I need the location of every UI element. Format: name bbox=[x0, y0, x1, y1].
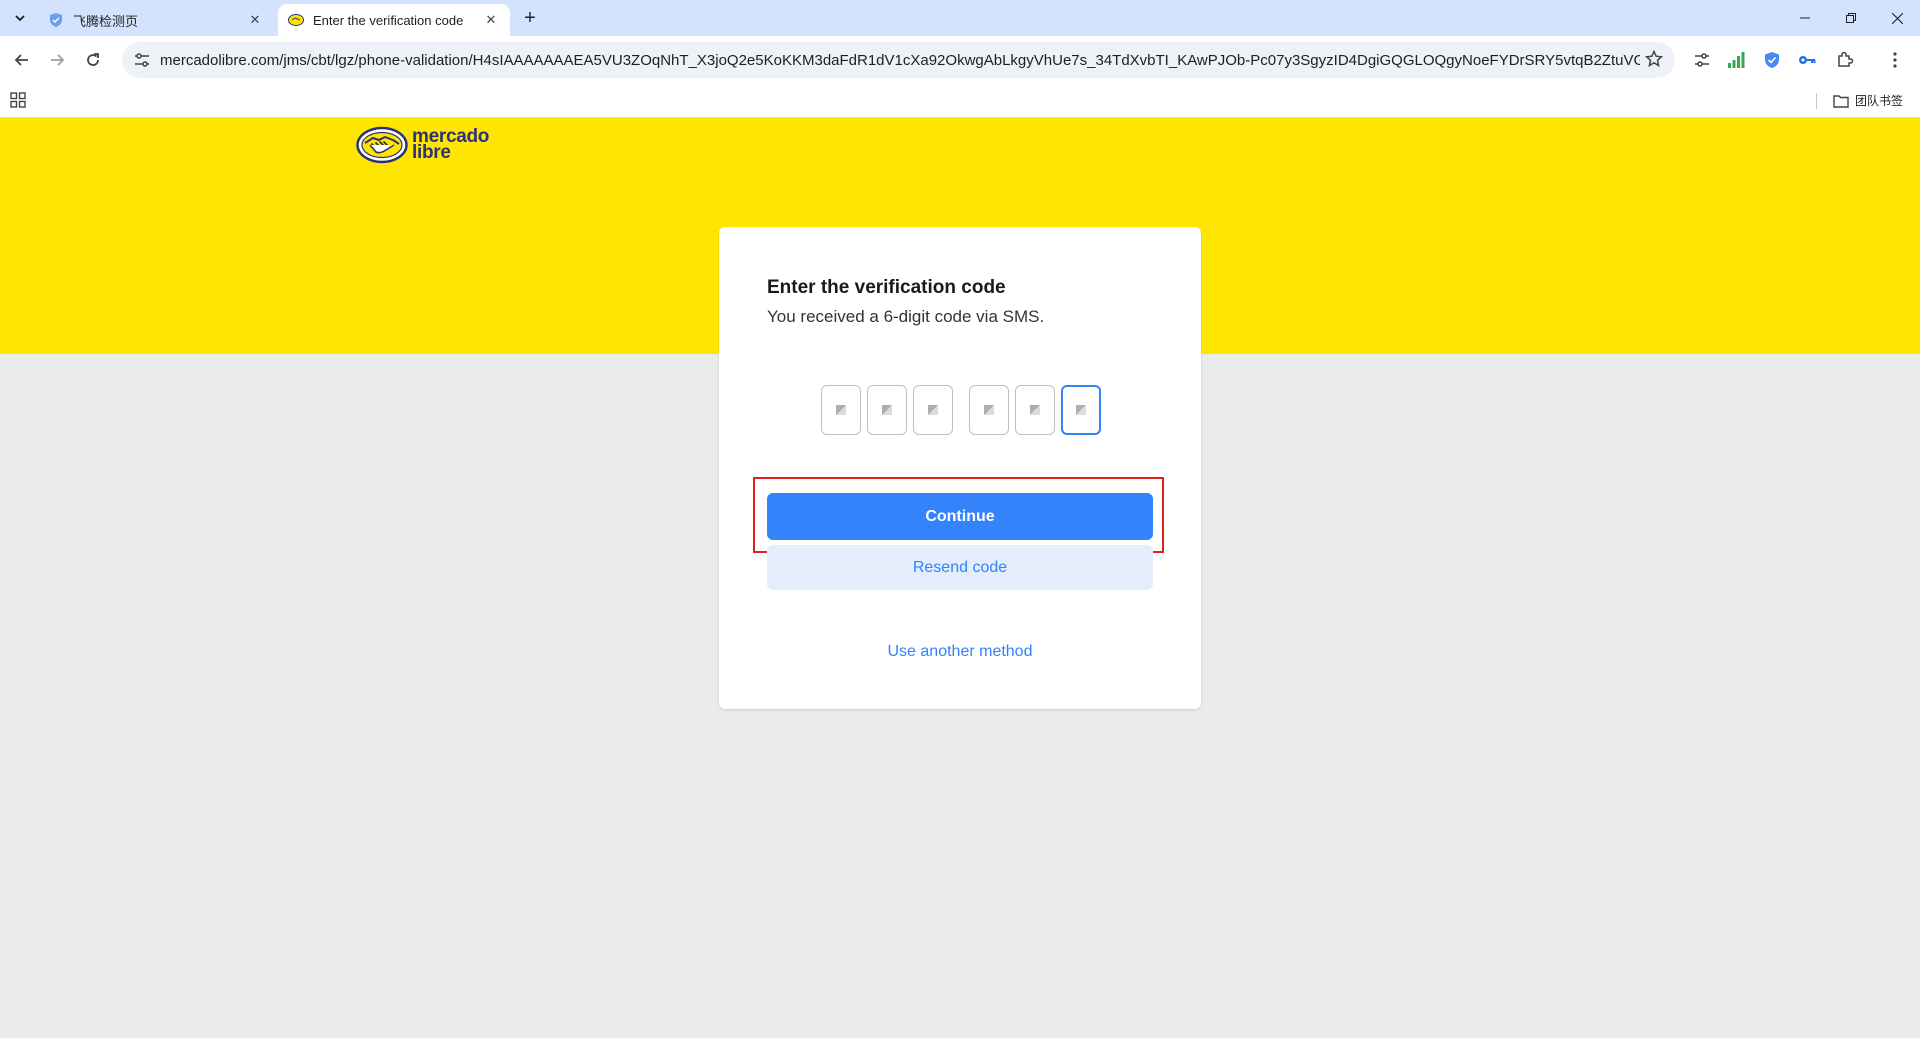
logo-wordmark: mercado libre bbox=[412, 127, 489, 163]
code-input-group bbox=[821, 385, 1103, 435]
minimize-button[interactable] bbox=[1782, 0, 1828, 36]
bookmark-folder-label: 团队书签 bbox=[1855, 94, 1904, 108]
code-digit-input-focused[interactable] bbox=[1061, 385, 1101, 435]
masked-digit bbox=[984, 405, 994, 415]
page-content: mercado libre Enter the verification cod… bbox=[0, 118, 1920, 1038]
masked-digit bbox=[836, 405, 846, 415]
code-digit-input[interactable] bbox=[1015, 385, 1055, 435]
browser-toolbar: mercadolibre.com/jms/cbt/lgz/phone-valid… bbox=[0, 36, 1920, 84]
arrow-right-icon bbox=[51, 54, 65, 66]
close-icon[interactable]: ✕ bbox=[246, 11, 264, 29]
new-tab-button[interactable]: + bbox=[518, 6, 542, 30]
close-icon[interactable]: ✕ bbox=[482, 11, 500, 29]
verification-card: Enter the verification code You received… bbox=[719, 227, 1201, 709]
minimize-icon bbox=[1800, 17, 1810, 19]
apps-grid-icon[interactable] bbox=[10, 92, 26, 113]
key-icon[interactable] bbox=[1795, 48, 1819, 72]
card-subtitle: You received a 6-digit code via SMS. bbox=[767, 307, 1045, 326]
reload-button[interactable] bbox=[81, 48, 105, 72]
tab-title: Enter the verification code bbox=[313, 12, 464, 28]
forward-button[interactable] bbox=[45, 48, 69, 72]
masked-digit bbox=[928, 405, 938, 415]
tab-verification[interactable]: Enter the verification code ✕ bbox=[278, 4, 510, 36]
back-button[interactable] bbox=[10, 48, 34, 72]
signal-bars-icon[interactable] bbox=[1724, 48, 1748, 72]
mercadolibre-logo[interactable]: mercado libre bbox=[356, 126, 489, 164]
tab-title: 飞腾检测页 bbox=[73, 13, 139, 29]
tab-search-button[interactable] bbox=[7, 6, 33, 30]
bookmark-folder-team[interactable]: 团队书签 bbox=[1833, 92, 1903, 109]
bookmarks-divider bbox=[1816, 93, 1817, 109]
reload-icon bbox=[87, 53, 99, 66]
shield-icon bbox=[48, 12, 64, 28]
address-bar[interactable]: mercadolibre.com/jms/cbt/lgz/phone-valid… bbox=[122, 42, 1675, 78]
handshake-logo-icon bbox=[356, 126, 408, 164]
code-digit-input[interactable] bbox=[913, 385, 953, 435]
browser-tab-bar: 飞腾检测页 ✕ Enter the verification code ✕ + bbox=[0, 0, 1920, 36]
continue-button[interactable]: Continue bbox=[767, 493, 1153, 540]
chevron-down-icon bbox=[15, 15, 25, 22]
shield-extension-icon[interactable] bbox=[1760, 48, 1784, 72]
logo-word-libre: libre bbox=[412, 142, 451, 163]
site-settings-icon[interactable] bbox=[132, 53, 152, 67]
card-title: Enter the verification code bbox=[767, 277, 1006, 298]
resend-code-button[interactable]: Resend code bbox=[767, 545, 1153, 590]
masked-digit bbox=[1076, 405, 1086, 415]
use-another-method-link[interactable]: Use another method bbox=[719, 643, 1201, 661]
close-icon bbox=[1891, 12, 1903, 24]
folder-icon bbox=[1833, 94, 1849, 108]
restore-button[interactable] bbox=[1828, 0, 1874, 36]
close-window-button[interactable] bbox=[1874, 0, 1920, 36]
extensions-puzzle-icon[interactable] bbox=[1833, 48, 1857, 72]
url-text: mercadolibre.com/jms/cbt/lgz/phone-valid… bbox=[160, 51, 1640, 69]
arrow-left-icon bbox=[14, 54, 28, 66]
restore-icon bbox=[1846, 13, 1856, 23]
code-digit-input[interactable] bbox=[867, 385, 907, 435]
tab-feiteng[interactable]: 飞腾检测页 ✕ bbox=[38, 4, 274, 36]
bookmark-star-icon[interactable] bbox=[1644, 49, 1664, 73]
site-header: mercado libre bbox=[0, 118, 1920, 176]
code-digit-input[interactable] bbox=[969, 385, 1009, 435]
tab-tune-icon[interactable] bbox=[1690, 48, 1714, 72]
masked-digit bbox=[882, 405, 892, 415]
code-digit-input[interactable] bbox=[821, 385, 861, 435]
menu-dots-icon[interactable] bbox=[1883, 48, 1907, 72]
bookmarks-bar: 团队书签 bbox=[0, 84, 1920, 118]
mercadolibre-favicon-icon bbox=[288, 12, 304, 28]
masked-digit bbox=[1030, 405, 1040, 415]
